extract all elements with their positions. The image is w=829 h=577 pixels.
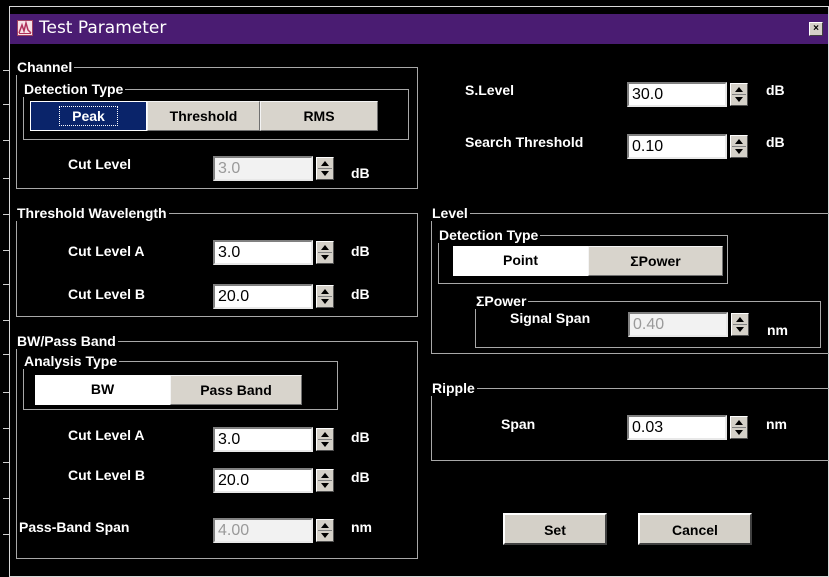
level-detection-point-option[interactable]: Point [453,246,588,276]
level-detection-type-group: Detection Type Point ΣPower [438,227,728,284]
search-threshold-unit: dB [766,134,785,150]
bw-cut-level-b-unit: dB [351,469,370,485]
signal-span-input[interactable]: 0.40 [628,312,728,337]
bw-cut-level-a-unit: dB [351,429,370,445]
analysis-type-pass-band-option[interactable]: Pass Band [170,375,302,405]
pass-band-span-label: Pass-Band Span [19,519,130,535]
cut-level-input[interactable]: 3.0 [213,156,313,181]
s-level-unit: dB [766,82,785,98]
detection-type-threshold-option[interactable]: Threshold [147,101,260,131]
tw-cut-level-b-unit: dB [351,286,370,302]
cut-level-unit: dB [351,165,370,181]
ripple-group: Ripple Span 0.03 nm [431,380,829,461]
signal-span-label: Signal Span [510,310,591,326]
level-group: Level Detection Type Point ΣPower ΣPower… [431,205,829,354]
detection-type-peak-option[interactable]: Peak [30,101,147,131]
background-window-edge [0,0,9,577]
threshold-wavelength-legend: Threshold Wavelength [16,205,169,221]
analysis-type-group: Analysis Type BW Pass Band [23,353,338,410]
test-parameter-dialog: Test Parameter × Channel Detection Type … [9,6,829,577]
channel-legend: Channel [16,59,75,75]
analysis-type-legend: Analysis Type [23,353,120,369]
pass-band-span-spin[interactable] [316,519,334,542]
title-bar[interactable]: Test Parameter × [10,14,828,44]
cut-level-label: Cut Level [68,156,132,172]
window-title: Test Parameter [39,18,167,38]
bw-cut-level-a-input[interactable]: 3.0 [213,427,313,452]
ripple-span-label: Span [501,416,536,432]
ripple-span-spin[interactable] [730,416,748,439]
search-threshold-spin[interactable] [730,135,748,158]
tw-cut-level-b-spin[interactable] [316,285,334,308]
channel-group: Channel Detection Type Peak Threshold RM… [16,59,418,189]
sigma-power-group: ΣPower Signal Span 0.40 nm [475,293,821,348]
close-icon[interactable]: × [809,22,823,36]
tw-cut-level-a-spin[interactable] [316,241,334,264]
s-level-input[interactable]: 30.0 [627,82,727,107]
level-legend: Level [431,205,470,221]
bw-cut-level-b-spin[interactable] [316,469,334,492]
detection-type-group: Detection Type Peak Threshold RMS [23,81,409,140]
bw-cut-level-b-input[interactable]: 20.0 [213,468,313,493]
bw-cut-level-a-label: Cut Level A [68,427,145,443]
search-threshold-label: Search Threshold [465,134,584,150]
tw-cut-level-b-label: Cut Level B [68,286,146,302]
bw-cut-level-b-label: Cut Level B [68,467,146,483]
analysis-type-bw-option[interactable]: BW [35,375,170,405]
level-detection-sigma-power-option[interactable]: ΣPower [588,246,723,276]
bw-pass-band-group: BW/Pass Band Analysis Type BW Pass Band … [16,333,418,559]
bw-cut-level-a-spin[interactable] [316,428,334,451]
bw-pass-band-legend: BW/Pass Band [16,333,118,349]
detection-type-legend: Detection Type [23,81,126,97]
signal-span-spin[interactable] [731,313,749,336]
pass-band-span-unit: nm [351,519,372,535]
tw-cut-level-a-unit: dB [351,243,370,259]
signal-span-unit: nm [767,322,788,338]
detection-type-rms-option[interactable]: RMS [260,101,378,131]
threshold-wavelength-group: Threshold Wavelength Cut Level A 3.0 dB … [16,205,418,317]
ripple-span-unit: nm [766,416,787,432]
set-button[interactable]: Set [503,513,607,545]
tw-cut-level-a-label: Cut Level A [68,243,145,259]
cut-level-spin[interactable] [316,157,334,180]
cancel-button[interactable]: Cancel [638,513,752,545]
sigma-power-legend: ΣPower [475,293,529,309]
pass-band-span-input[interactable]: 4.00 [213,518,313,543]
ripple-legend: Ripple [431,380,477,396]
app-logo-icon [17,20,33,36]
s-level-spin[interactable] [730,83,748,106]
tw-cut-level-a-input[interactable]: 3.0 [213,240,313,265]
s-level-label: S.Level [465,82,515,98]
level-detection-type-legend: Detection Type [438,227,541,243]
ripple-span-input[interactable]: 0.03 [627,415,727,440]
tw-cut-level-b-input[interactable]: 20.0 [213,284,313,309]
search-threshold-input[interactable]: 0.10 [627,134,727,159]
